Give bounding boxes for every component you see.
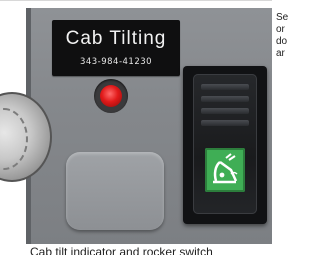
rocker-rib — [201, 108, 249, 114]
rocker-rib — [201, 120, 249, 126]
rocker-paddle[interactable] — [193, 74, 257, 214]
indicator-light — [94, 79, 128, 113]
blank-switch-cover[interactable] — [66, 152, 164, 230]
red-indicator-lamp — [100, 85, 122, 107]
cab-tilt-icon — [205, 148, 245, 192]
caption-text: Cab tilt indicator and rocker switch — [30, 245, 213, 255]
cab-tilting-photo: Cab Tilting 343-984-41230 Se or do ar — [0, 0, 290, 244]
frame-top-edge — [0, 0, 272, 1]
adjacent-text-column: Se or do ar — [272, 6, 290, 244]
cab-tilt-symbol — [213, 153, 238, 184]
rocker-rib — [201, 84, 249, 90]
label-part-number: 343-984-41230 — [79, 57, 153, 67]
cab-tilting-label-plate: Cab Tilting 343-984-41230 — [52, 20, 180, 76]
cab-tilt-rocker-switch[interactable] — [183, 66, 267, 224]
side-text: Se or do ar — [276, 12, 289, 59]
rocker-rib — [201, 96, 249, 102]
label-title: Cab Tilting — [65, 28, 167, 49]
knob-grip — [0, 108, 28, 170]
caption-strip: Cab tilt indicator and rocker switch — [0, 244, 290, 255]
